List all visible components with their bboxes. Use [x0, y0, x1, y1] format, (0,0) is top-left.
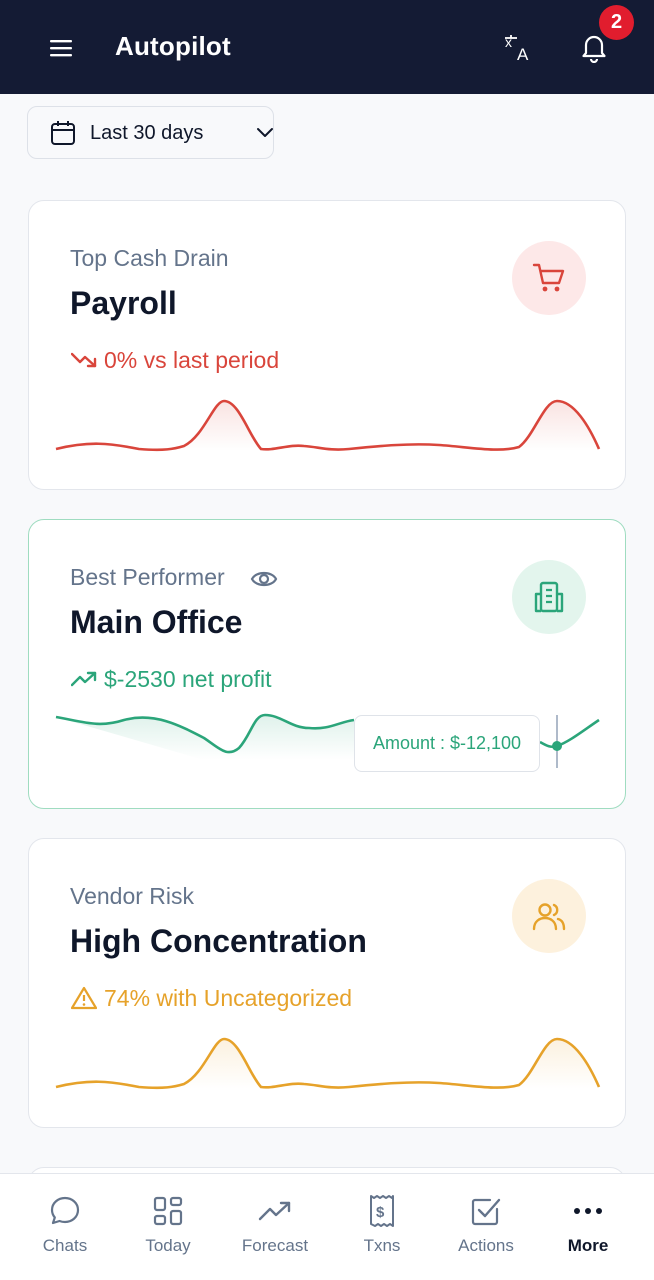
- top-cash-drain-card[interactable]: Top Cash Drain Payroll 0% vs last period: [28, 200, 626, 490]
- card-subtitle: Best Performer: [70, 564, 225, 590]
- notification-badge: 2: [599, 5, 634, 40]
- shopping-cart-icon: [532, 263, 565, 292]
- card-subtitle: Vendor Risk: [70, 883, 195, 909]
- checkbox-icon: [469, 1194, 503, 1228]
- svg-text:$: $: [376, 1204, 385, 1221]
- receipt-icon: $: [365, 1194, 399, 1228]
- card-stat-text: 0% vs last period: [104, 346, 280, 373]
- grid-icon: [151, 1194, 185, 1228]
- chat-bubble-icon: [48, 1194, 82, 1228]
- card-stat: $-2530 net profit: [70, 665, 272, 693]
- trending-down-icon: [70, 346, 98, 374]
- users-icon: [532, 903, 566, 931]
- more-dots-icon: [571, 1194, 605, 1228]
- nav-forecast[interactable]: Forecast: [225, 1194, 325, 1274]
- card-title: High Concentration: [70, 923, 367, 959]
- bell-icon: [582, 35, 606, 63]
- card-title: Payroll: [70, 285, 177, 321]
- nav-label: More: [567, 1236, 609, 1255]
- selected-data-point: [552, 741, 562, 751]
- nav-more[interactable]: More: [538, 1194, 638, 1274]
- sparkline-path: [55, 1037, 601, 1090]
- nav-label: Forecast: [241, 1236, 309, 1255]
- card-icon-circle: [512, 879, 586, 953]
- trend-sparkline: [55, 399, 601, 452]
- nav-today[interactable]: Today: [118, 1194, 218, 1274]
- card-subtitle: Top Cash Drain: [70, 245, 229, 271]
- nav-label: Actions: [458, 1236, 514, 1255]
- card-title: Main Office: [70, 604, 243, 640]
- trending-up-icon: [70, 665, 98, 693]
- warning-icon: [70, 984, 98, 1012]
- translate-icon: x A: [505, 34, 529, 63]
- chart-tooltip: Amount : $-12,100: [354, 715, 540, 772]
- calendar-icon: [51, 121, 75, 145]
- app-title: Autopilot: [115, 31, 231, 61]
- hamburger-icon: [50, 40, 72, 57]
- translate-button[interactable]: x A: [500, 30, 538, 66]
- menu-button[interactable]: [44, 31, 78, 65]
- bottom-navigation: Chats Today Forecast $ Txns Actions More: [0, 1173, 654, 1280]
- trend-sparkline: [55, 1037, 601, 1090]
- nav-label: Txns: [363, 1236, 401, 1255]
- date-range-dropdown[interactable]: Last 30 days: [27, 106, 274, 159]
- nav-chats[interactable]: Chats: [15, 1194, 115, 1274]
- nav-actions[interactable]: Actions: [436, 1194, 536, 1274]
- card-stat-text: 74% with Uncategorized: [104, 984, 353, 1011]
- nav-label: Chats: [42, 1236, 88, 1255]
- card-stat-text: $-2530 net profit: [104, 665, 272, 692]
- nav-txns[interactable]: $ Txns: [332, 1194, 432, 1274]
- card-stat: 74% with Uncategorized: [70, 984, 352, 1012]
- building-icon: [534, 581, 564, 613]
- vendor-risk-card[interactable]: Vendor Risk High Concentration 74% with …: [28, 838, 626, 1128]
- eye-icon[interactable]: [250, 568, 278, 590]
- chevron-down-icon: [257, 128, 273, 137]
- app-header: Autopilot x A 2: [0, 0, 654, 94]
- card-icon-circle: [512, 241, 586, 315]
- best-performer-card[interactable]: Best Performer Main Office $-2530 net pr…: [28, 519, 626, 809]
- trending-up-icon: [258, 1194, 292, 1228]
- date-range-label: Last 30 days: [90, 122, 204, 144]
- nav-label: Today: [145, 1236, 191, 1255]
- card-stat: 0% vs last period: [70, 346, 279, 374]
- card-icon-circle: [512, 560, 586, 634]
- svg-text:A: A: [517, 45, 529, 63]
- sparkline-path: [55, 399, 601, 452]
